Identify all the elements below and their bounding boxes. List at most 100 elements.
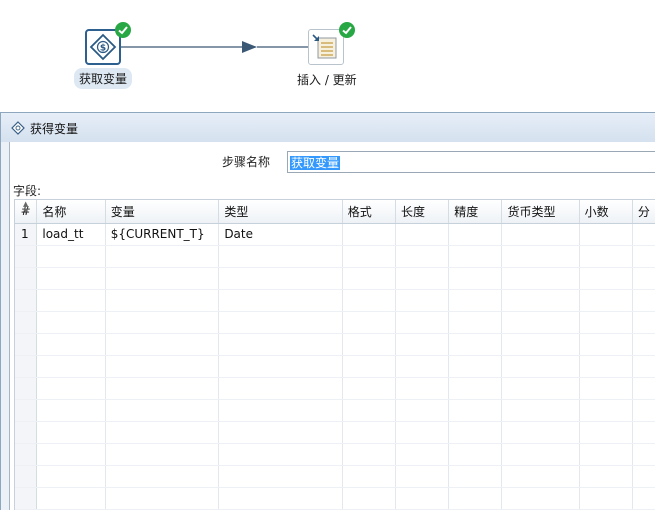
stepname-input[interactable]: 获取变量	[287, 151, 655, 173]
empty-cell[interactable]	[501, 267, 580, 290]
table-row-empty[interactable]	[15, 443, 655, 466]
table-row-empty[interactable]	[15, 333, 655, 356]
empty-cell[interactable]	[632, 399, 655, 422]
empty-cell[interactable]	[448, 245, 503, 268]
empty-cell[interactable]	[105, 245, 220, 268]
empty-cell[interactable]	[501, 377, 580, 400]
empty-cell[interactable]	[448, 443, 503, 466]
empty-cell[interactable]	[579, 465, 633, 488]
empty-cell[interactable]	[218, 443, 343, 466]
empty-cell[interactable]	[395, 377, 450, 400]
fields-table[interactable]: ▲ ▼ # 名称 变量 类型 格式 长度 精度 货币类型 小数 分 1 load…	[14, 199, 655, 510]
empty-cell[interactable]	[218, 267, 343, 290]
empty-cell[interactable]	[342, 245, 397, 268]
empty-cell[interactable]	[218, 487, 343, 510]
step-node-label[interactable]: 获取变量	[74, 68, 133, 89]
cell-format[interactable]	[342, 223, 397, 246]
table-row-empty[interactable]	[15, 267, 655, 290]
empty-cell[interactable]	[105, 355, 220, 378]
empty-cell[interactable]	[579, 377, 633, 400]
empty-cell[interactable]	[501, 465, 580, 488]
empty-cell[interactable]	[36, 355, 106, 378]
empty-cell[interactable]	[105, 267, 220, 290]
empty-cell[interactable]	[105, 443, 220, 466]
table-row-empty[interactable]	[15, 355, 655, 378]
column-header-rownum[interactable]: ▲ ▼ #	[15, 200, 38, 224]
empty-cell[interactable]	[448, 465, 503, 488]
empty-cell[interactable]	[395, 421, 450, 444]
empty-cell[interactable]	[579, 355, 633, 378]
empty-cell[interactable]	[632, 443, 655, 466]
empty-cell[interactable]	[342, 267, 397, 290]
empty-cell[interactable]	[218, 311, 343, 334]
table-row-empty[interactable]	[15, 421, 655, 444]
empty-cell[interactable]	[579, 267, 633, 290]
empty-cell[interactable]	[448, 399, 503, 422]
table-row-empty[interactable]	[15, 289, 655, 312]
empty-cell[interactable]	[218, 399, 343, 422]
column-header-variable[interactable]: 变量	[105, 200, 220, 224]
empty-cell[interactable]	[36, 245, 106, 268]
empty-cell[interactable]	[579, 333, 633, 356]
column-header-length[interactable]: 长度	[395, 200, 450, 224]
column-header-decimal[interactable]: 小数	[579, 200, 633, 224]
empty-cell[interactable]	[579, 487, 633, 510]
empty-cell[interactable]	[342, 443, 397, 466]
empty-cell[interactable]	[501, 333, 580, 356]
empty-cell[interactable]	[501, 355, 580, 378]
cell-length[interactable]	[395, 223, 450, 246]
empty-cell[interactable]	[579, 399, 633, 422]
empty-cell[interactable]	[218, 245, 343, 268]
empty-cell[interactable]	[395, 289, 450, 312]
empty-cell[interactable]	[579, 311, 633, 334]
empty-cell[interactable]	[448, 311, 503, 334]
empty-cell[interactable]	[501, 443, 580, 466]
empty-cell[interactable]	[632, 311, 655, 334]
cell-precision[interactable]	[448, 223, 503, 246]
empty-cell[interactable]	[395, 487, 450, 510]
empty-cell[interactable]	[342, 311, 397, 334]
table-row-empty[interactable]	[15, 487, 655, 510]
empty-cell[interactable]	[632, 487, 655, 510]
column-header-group[interactable]: 分	[632, 200, 655, 224]
empty-cell[interactable]	[105, 333, 220, 356]
empty-cell[interactable]	[36, 443, 106, 466]
empty-cell[interactable]	[632, 289, 655, 312]
empty-cell[interactable]	[632, 355, 655, 378]
empty-cell[interactable]	[36, 311, 106, 334]
empty-cell[interactable]	[501, 245, 580, 268]
empty-cell[interactable]	[218, 465, 343, 488]
cell-group[interactable]	[632, 223, 655, 246]
empty-cell[interactable]	[579, 443, 633, 466]
cell-decimal[interactable]	[579, 223, 633, 246]
table-row-empty[interactable]	[15, 399, 655, 422]
empty-cell[interactable]	[342, 421, 397, 444]
empty-cell[interactable]	[632, 377, 655, 400]
empty-cell[interactable]	[395, 245, 450, 268]
empty-cell[interactable]	[395, 399, 450, 422]
table-row-empty[interactable]	[15, 465, 655, 488]
dialog-titlebar[interactable]: 获得变量	[1, 113, 655, 142]
empty-cell[interactable]	[501, 311, 580, 334]
empty-cell[interactable]	[342, 289, 397, 312]
cell-type[interactable]: Date	[218, 223, 343, 246]
empty-cell[interactable]	[36, 487, 106, 510]
empty-cell[interactable]	[342, 333, 397, 356]
empty-cell[interactable]	[448, 333, 503, 356]
empty-cell[interactable]	[448, 289, 503, 312]
empty-cell[interactable]	[218, 377, 343, 400]
empty-cell[interactable]	[579, 289, 633, 312]
column-header-format[interactable]: 格式	[342, 200, 397, 224]
empty-cell[interactable]	[342, 465, 397, 488]
empty-cell[interactable]	[632, 333, 655, 356]
empty-cell[interactable]	[218, 289, 343, 312]
cell-name[interactable]: load_tt	[36, 223, 106, 246]
empty-cell[interactable]	[579, 245, 633, 268]
table-row-empty[interactable]	[15, 311, 655, 334]
empty-cell[interactable]	[395, 443, 450, 466]
table-row-empty[interactable]	[15, 377, 655, 400]
empty-cell[interactable]	[105, 465, 220, 488]
empty-cell[interactable]	[342, 487, 397, 510]
empty-cell[interactable]	[501, 421, 580, 444]
empty-cell[interactable]	[342, 399, 397, 422]
